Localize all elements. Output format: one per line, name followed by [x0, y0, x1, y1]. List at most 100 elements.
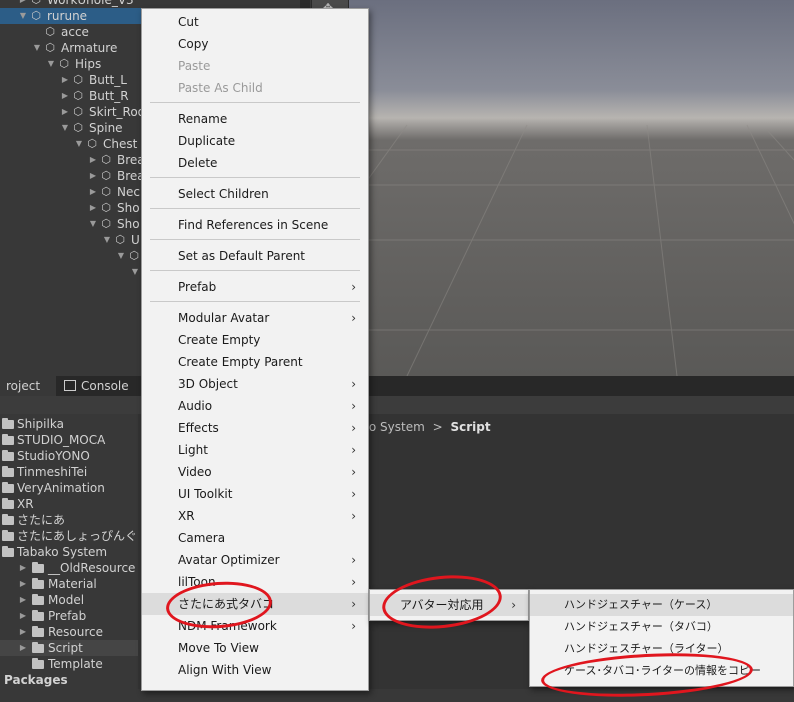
menu-item[interactable]: Delete [142, 152, 368, 174]
folder-icon [2, 530, 14, 541]
menu-item[interactable]: Audio › [142, 395, 368, 417]
gameobject-cube-icon: ⬡ [59, 57, 69, 70]
hierarchy-item-label: WorkUnole_V3 [47, 0, 134, 7]
submenu-arrow-icon: › [351, 619, 356, 633]
menu-item[interactable]: ハンドジェスチャー（タバコ） [530, 616, 793, 638]
project-folder-item[interactable]: さたにあ [0, 512, 138, 528]
expand-arrow-icon[interactable]: ▶ [18, 576, 28, 592]
expand-arrow-icon[interactable]: ▼ [60, 120, 70, 136]
project-folder-label: Model [48, 593, 85, 607]
menu-item[interactable]: Set as Default Parent [142, 245, 368, 267]
project-folder-item[interactable]: VeryAnimation [0, 480, 138, 496]
menu-item[interactable]: 3D Object › [142, 373, 368, 395]
scene-grid [347, 124, 794, 376]
breadcrumb: ako System > Script [355, 419, 491, 435]
gameobject-cube-icon: ⬡ [73, 89, 83, 102]
gameobject-cube-icon: ⬡ [129, 249, 139, 262]
expand-arrow-icon[interactable]: ▶ [60, 88, 70, 104]
expand-arrow-icon[interactable]: ▶ [18, 640, 28, 656]
project-folder-item[interactable]: StudioYONO [0, 448, 138, 464]
hierarchy-item[interactable]: ▶⬡ WorkUnole_V3 [0, 0, 300, 8]
expand-arrow-icon[interactable]: ▶ [88, 152, 98, 168]
expand-arrow-icon[interactable]: ▶ [18, 624, 28, 640]
expand-arrow-icon[interactable]: ▶ [88, 184, 98, 200]
breadcrumb-current[interactable]: Script [451, 420, 491, 434]
gameobject-cube-icon: ⬡ [73, 121, 83, 134]
menu-item: Paste As Child [142, 77, 368, 99]
menu-item-label: Paste As Child [178, 81, 263, 95]
menu-item[interactable]: Light › [142, 439, 368, 461]
menu-item-label: Camera [178, 531, 226, 545]
project-folder-item[interactable]: Template [0, 656, 138, 672]
menu-item[interactable]: Copy [142, 33, 368, 55]
tab-console[interactable]: Console [58, 376, 135, 396]
expand-arrow-icon[interactable]: ▼ [88, 216, 98, 232]
menu-item[interactable]: Select Children [142, 183, 368, 205]
menu-item[interactable]: Find References in Scene [142, 214, 368, 236]
expand-arrow-icon[interactable]: ▼ [116, 248, 126, 264]
menu-item[interactable]: Create Empty Parent [142, 351, 368, 373]
project-folder-item[interactable]: XR [0, 496, 138, 512]
project-folder-label: XR [17, 497, 34, 511]
expand-arrow-icon[interactable]: ▶ [88, 168, 98, 184]
expand-arrow-icon[interactable]: ▶ [60, 104, 70, 120]
project-folder-item[interactable]: ▼Tabako System [0, 544, 138, 560]
menu-item[interactable]: Move To View [142, 637, 368, 659]
project-folder-item[interactable]: さたにあしょっぴんぐ [0, 528, 138, 544]
tab-project[interactable]: roject [0, 376, 56, 396]
folder-icon [2, 546, 14, 557]
scene-view[interactable] [347, 0, 794, 376]
expand-arrow-icon[interactable]: ▼ [102, 232, 112, 248]
expand-arrow-icon[interactable]: ▶ [18, 560, 28, 576]
menu-item[interactable]: XR › [142, 505, 368, 527]
expand-arrow-icon[interactable]: ▼ [46, 56, 56, 72]
project-folder-item[interactable]: ▶ Material [0, 576, 138, 592]
menu-item-label: Set as Default Parent [178, 249, 306, 263]
project-folder-item[interactable]: Shipilka [0, 416, 138, 432]
submenu-arrow-icon: › [351, 311, 356, 325]
menu-separator [150, 270, 360, 271]
project-folder-label: Shipilka [17, 417, 64, 431]
menu-item[interactable]: ハンドジェスチャー（ケース） [530, 594, 793, 616]
project-folder-item[interactable]: TinmeshiTei [0, 464, 138, 480]
menu-item[interactable]: UI Toolkit › [142, 483, 368, 505]
project-folder-item[interactable]: ▶ Resource [0, 624, 138, 640]
menu-item-label: Cut [178, 15, 199, 29]
menu-item[interactable]: Effects › [142, 417, 368, 439]
project-folder-label: Material [48, 577, 97, 591]
gameobject-cube-icon: ⬡ [30, 0, 42, 6]
project-folder-item[interactable]: ▶ __OldResource [0, 560, 138, 576]
gameobject-cube-icon: ⬡ [45, 41, 55, 54]
menu-item[interactable]: Avatar Optimizer › [142, 549, 368, 571]
menu-item[interactable]: Rename [142, 108, 368, 130]
menu-item[interactable]: Cut [142, 11, 368, 33]
project-folder-item[interactable]: ▶ Prefab [0, 608, 138, 624]
expand-arrow-icon[interactable]: ▶ [18, 608, 28, 624]
project-folder-item[interactable]: ▶ Model [0, 592, 138, 608]
expand-arrow-icon[interactable]: ▼ [74, 136, 84, 152]
menu-item[interactable]: Video › [142, 461, 368, 483]
menu-item[interactable]: Align With View [142, 659, 368, 681]
submenu-arrow-icon: › [351, 597, 356, 611]
expand-arrow-icon[interactable]: ▶ [88, 200, 98, 216]
expand-arrow-icon[interactable]: ▼ [32, 40, 42, 56]
submenu-arrow-icon: › [351, 377, 356, 391]
expand-arrow-icon[interactable]: ▶ [18, 0, 28, 8]
expand-arrow-icon[interactable]: ▶ [18, 592, 28, 608]
expand-arrow-icon[interactable]: ▼ [130, 264, 140, 280]
menu-item[interactable]: Prefab › [142, 276, 368, 298]
menu-item[interactable]: Camera [142, 527, 368, 549]
project-folder-item[interactable]: ▶ Script [0, 640, 138, 656]
submenu-arrow-icon: › [351, 487, 356, 501]
menu-item[interactable]: Create Empty [142, 329, 368, 351]
expand-arrow-icon[interactable]: ▶ [60, 72, 70, 88]
project-folder-item[interactable]: Packages [0, 672, 138, 688]
project-folder-label: Packages [4, 673, 68, 687]
project-folder-item[interactable]: STUDIO_MOCA [0, 432, 138, 448]
menu-item[interactable]: Modular Avatar › [142, 307, 368, 329]
gameobject-cube-icon: ⬡ [101, 153, 111, 166]
expand-arrow-icon[interactable]: ▼ [18, 8, 28, 24]
menu-item[interactable]: Duplicate [142, 130, 368, 152]
folder-icon [32, 626, 44, 637]
menu-separator [150, 102, 360, 103]
